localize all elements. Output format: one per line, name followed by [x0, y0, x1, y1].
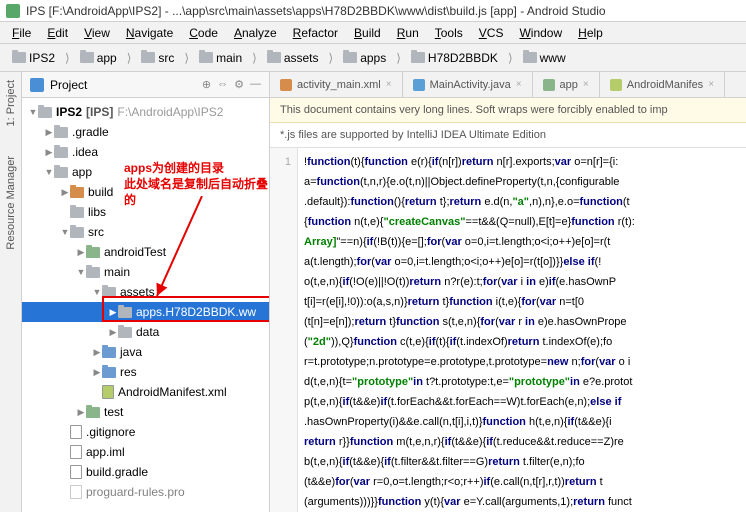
- breadcrumb-www[interactable]: www: [519, 49, 570, 67]
- gear-icon[interactable]: ⚙: [234, 78, 244, 91]
- breadcrumb-h78d2bbdk[interactable]: H78D2BBDK: [407, 49, 502, 67]
- soft-wrap-banner: This document contains very long lines. …: [270, 98, 746, 123]
- tab-androidmanifes[interactable]: AndroidManifes×: [600, 72, 725, 97]
- breadcrumb-assets[interactable]: assets: [263, 49, 323, 67]
- breadcrumb-apps[interactable]: apps: [339, 49, 390, 67]
- menu-edit[interactable]: Edit: [41, 24, 74, 42]
- tree-item[interactable]: ▶build: [22, 182, 269, 202]
- menu-tools[interactable]: Tools: [429, 24, 469, 42]
- editor: activity_main.xml×MainActivity.java×app×…: [270, 72, 746, 512]
- code-content[interactable]: !function(t){function e(r){if(n[r])retur…: [298, 148, 746, 512]
- menu-build[interactable]: Build: [348, 24, 387, 42]
- tree-root[interactable]: ▼IPS2[IPS]F:\AndroidApp\IPS2: [22, 102, 269, 122]
- collapse-icon[interactable]: ⊕: [202, 78, 211, 91]
- tree-item[interactable]: ▼main: [22, 262, 269, 282]
- tree-item[interactable]: app.iml: [22, 442, 269, 462]
- tree-item[interactable]: .gitignore: [22, 422, 269, 442]
- project-panel: Project ⊕ ⇔ ⚙ — ▼IPS2[IPS]F:\AndroidApp\…: [22, 72, 270, 512]
- tree-item[interactable]: proguard-rules.pro: [22, 482, 269, 502]
- menu-window[interactable]: Window: [513, 24, 568, 42]
- tree-item[interactable]: ▶.gradle: [22, 122, 269, 142]
- window-title: IPS [F:\AndroidApp\IPS2] - ...\app\src\m…: [26, 4, 606, 18]
- menu-help[interactable]: Help: [572, 24, 609, 42]
- editor-tabs: activity_main.xml×MainActivity.java×app×…: [270, 72, 746, 98]
- tree-item-selected[interactable]: ▶apps.H78D2BBDK.ww: [22, 302, 269, 322]
- editor-gutter: 1: [270, 148, 298, 512]
- left-tool-strip: 1: Project Resource Manager: [0, 72, 22, 512]
- menu-run[interactable]: Run: [391, 24, 425, 42]
- close-icon[interactable]: ×: [583, 79, 589, 90]
- menubar: FileEditViewNavigateCodeAnalyzeRefactorB…: [0, 22, 746, 44]
- filetype-banner: *.js files are supported by IntelliJ IDE…: [270, 123, 746, 148]
- tree-item[interactable]: ▼app: [22, 162, 269, 182]
- tree-item[interactable]: AndroidManifest.xml: [22, 382, 269, 402]
- tree-item[interactable]: ▼src: [22, 222, 269, 242]
- project-tree: ▼IPS2[IPS]F:\AndroidApp\IPS2 ▶.gradle ▶.…: [22, 98, 269, 512]
- hide-icon[interactable]: —: [250, 78, 261, 91]
- tree-item[interactable]: ▶java: [22, 342, 269, 362]
- menu-vcs[interactable]: VCS: [473, 24, 510, 42]
- tree-item[interactable]: libs: [22, 202, 269, 222]
- tree-item[interactable]: ▼assets: [22, 282, 269, 302]
- breadcrumb-src[interactable]: src: [137, 49, 178, 67]
- close-icon[interactable]: ×: [708, 79, 714, 90]
- menu-code[interactable]: Code: [183, 24, 224, 42]
- tab-mainactivity-java[interactable]: MainActivity.java×: [403, 72, 533, 97]
- menu-file[interactable]: File: [6, 24, 37, 42]
- tree-item[interactable]: ▶res: [22, 362, 269, 382]
- app-icon: [6, 4, 20, 18]
- close-icon[interactable]: ×: [386, 79, 392, 90]
- tab-activity_main-xml[interactable]: activity_main.xml×: [270, 72, 403, 97]
- breadcrumb-main[interactable]: main: [195, 49, 246, 67]
- tab-app[interactable]: app×: [533, 72, 600, 97]
- project-view-icon: [30, 78, 44, 92]
- menu-refactor[interactable]: Refactor: [287, 24, 344, 42]
- close-icon[interactable]: ×: [516, 79, 522, 90]
- breadcrumb-bar: IPS2⟩app⟩src⟩main⟩assets⟩apps⟩H78D2BBDK⟩…: [0, 44, 746, 72]
- tree-item[interactable]: ▶androidTest: [22, 242, 269, 262]
- breadcrumb-app[interactable]: app: [76, 49, 121, 67]
- menu-view[interactable]: View: [78, 24, 116, 42]
- tree-item[interactable]: ▶test: [22, 402, 269, 422]
- panel-title[interactable]: Project: [50, 78, 87, 92]
- tree-item[interactable]: ▶data: [22, 322, 269, 342]
- menu-navigate[interactable]: Navigate: [120, 24, 179, 42]
- tool-resource-manager[interactable]: Resource Manager: [5, 156, 17, 250]
- menu-analyze[interactable]: Analyze: [228, 24, 283, 42]
- tool-project[interactable]: 1: Project: [5, 80, 17, 126]
- divide-icon[interactable]: ⇔: [217, 78, 228, 91]
- tree-item[interactable]: build.gradle: [22, 462, 269, 482]
- breadcrumb-ips2[interactable]: IPS2: [8, 49, 59, 67]
- tree-item[interactable]: ▶.idea: [22, 142, 269, 162]
